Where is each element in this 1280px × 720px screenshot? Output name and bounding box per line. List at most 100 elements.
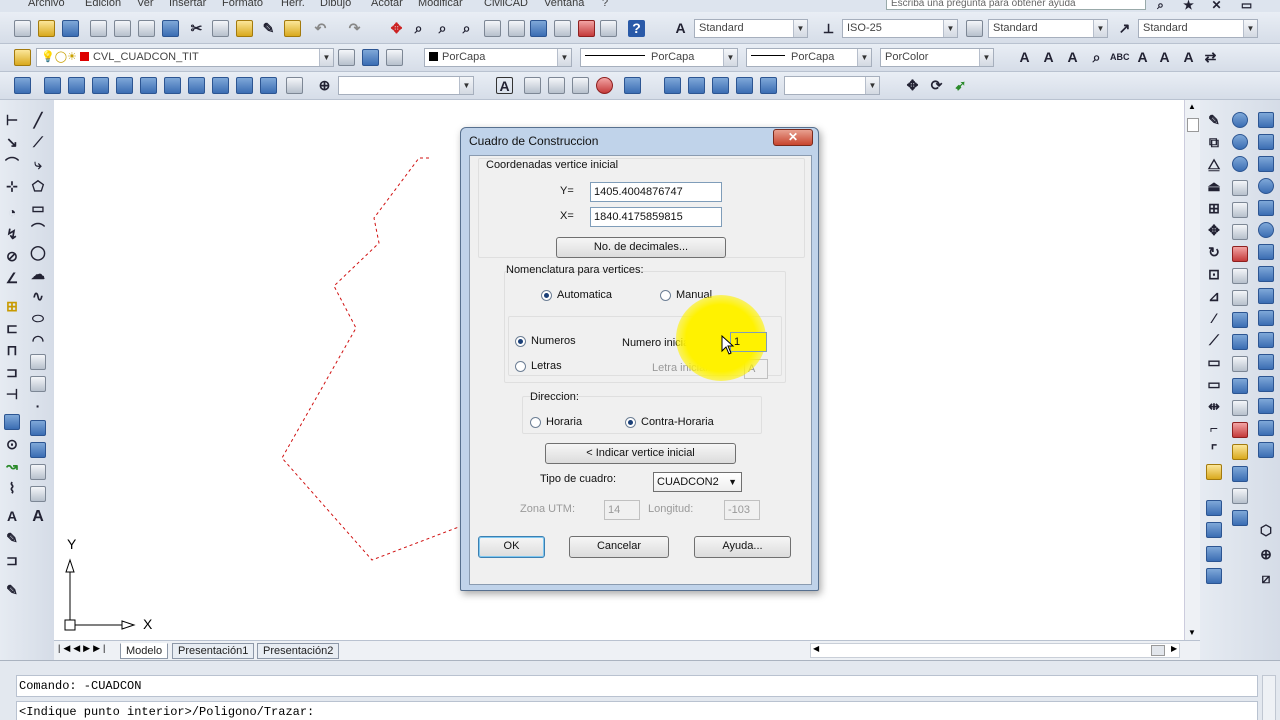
linetype-combo[interactable]: PorCapa ▼ [580,48,738,67]
rectangle-icon[interactable]: ▭ [30,200,46,216]
inspect-icon[interactable]: ↝ [4,458,20,474]
dtext-icon[interactable]: A [1040,49,1057,66]
slice-icon[interactable] [1258,420,1274,436]
start-number-input[interactable]: 1 [730,332,767,352]
letters-radio[interactable] [515,361,526,372]
copy-object-icon[interactable]: ⧉ [1206,134,1222,150]
union-icon[interactable] [1232,112,1248,128]
quick-dim-icon[interactable]: ⊞ [4,298,20,314]
spell-check-icon[interactable]: ABC [1110,49,1130,66]
text-style-combo[interactable]: Standard ▼ [694,19,808,38]
scale-text-icon[interactable]: A [1156,49,1173,66]
torus-icon[interactable] [1258,222,1274,238]
polyline-icon[interactable]: ⤷ [30,156,46,172]
dim-break-icon[interactable]: ⊣ [4,386,20,402]
3d-dwf-icon[interactable] [162,20,179,37]
erase-icon[interactable]: ✎ [1206,112,1222,128]
make-block-icon[interactable] [30,376,46,392]
viewport-scale-combo[interactable]: ▼ [784,76,880,95]
print-icon[interactable] [90,20,107,37]
offset-icon[interactable]: ⏏ [1206,178,1222,194]
sw-iso-icon[interactable] [188,77,205,94]
viewport-1-icon[interactable] [664,77,681,94]
text-icon[interactable]: A [1016,49,1033,66]
dim-radius-icon[interactable]: ◔ [4,204,20,220]
center-mark-icon[interactable]: ⊙ [4,436,20,452]
planar-surface-icon[interactable] [1258,288,1274,304]
region-icon[interactable] [30,464,46,480]
new-file-icon[interactable] [14,20,31,37]
sheet-set-icon[interactable] [554,20,571,37]
interfere-icon[interactable] [1258,442,1274,458]
named-views-icon[interactable] [14,77,31,94]
construction-line-icon[interactable]: ⟋ [30,134,46,150]
revolve-icon[interactable] [1258,376,1274,392]
dim-edit-icon[interactable]: A [4,508,20,524]
trim-icon[interactable]: ⁄ [1206,310,1222,326]
dim-style-icon[interactable]: ⟂ [820,20,837,37]
dim-space-icon[interactable]: ⊐ [4,364,20,380]
draw-order-above-icon[interactable] [1206,546,1222,562]
menu-formato[interactable]: Formato [222,0,263,9]
publish-icon[interactable] [138,20,155,37]
back-view-icon[interactable] [164,77,181,94]
extrude-icon[interactable] [1258,310,1274,326]
3d-rotate-icon[interactable]: ⊕ [1258,546,1274,562]
move-icon[interactable]: ✥ [1206,222,1222,238]
chamfer-icon[interactable]: ⌐ [1206,420,1222,436]
table-style-icon[interactable] [966,20,983,37]
ellipse-arc-icon[interactable]: ◠ [30,332,46,348]
calculator-icon[interactable] [600,20,617,37]
separate-icon[interactable] [1232,444,1248,460]
scroll-up-icon[interactable]: ▲ [1188,102,1196,111]
zoom-window-icon[interactable]: ⌕ [434,20,451,37]
pyramid-icon[interactable] [1258,244,1274,260]
subtract-icon[interactable] [1232,134,1248,150]
zoom-realtime-icon[interactable]: ⌕ [410,20,427,37]
realistic-icon[interactable] [572,77,589,94]
cone-icon[interactable] [1258,156,1274,172]
viewport-3-icon[interactable] [712,77,729,94]
move-faces-icon[interactable] [1232,202,1248,218]
view-combo[interactable]: ▼ [338,76,474,95]
scale-icon[interactable]: ⊡ [1206,266,1222,282]
table-type-select[interactable]: CUADCON2 ▼ [653,472,742,492]
paste-icon[interactable] [236,20,253,37]
draw-order-front-icon[interactable] [1206,500,1222,516]
dim-style-2-icon[interactable]: ✎ [4,582,20,598]
auto-label[interactable]: Automatica [557,289,612,301]
layer-combo[interactable]: 💡◯☀ CVL_CUADCON_TIT ▼ [36,48,334,67]
color-edges-icon[interactable] [1232,378,1248,394]
offset-faces-icon[interactable] [1232,224,1248,240]
wireframe-icon[interactable] [524,77,541,94]
counter-clockwise-radio[interactable] [625,417,636,428]
viewport-5-icon[interactable] [760,77,777,94]
clockwise-label[interactable]: Horaria [546,416,582,428]
3d-orbit-icon[interactable]: ✥ [904,77,921,94]
copy-edges-icon[interactable] [1232,356,1248,372]
helix-icon[interactable] [1258,266,1274,282]
horizontal-scrollbar[interactable]: ◀ ▶ [810,643,1180,658]
solid-edit-icon[interactable] [1232,510,1248,526]
conceptual-icon[interactable] [596,77,613,94]
dim-linear-icon[interactable]: ⊢ [4,112,20,128]
tab-modelo[interactable]: Modelo [120,643,169,659]
help-search-input[interactable]: Escriba una pregunta para obtener ayuda [886,0,1146,10]
design-center-icon[interactable] [508,20,525,37]
left-view-icon[interactable] [92,77,109,94]
dim-angular-icon[interactable]: ∠ [4,270,20,286]
dim-baseline-icon[interactable]: ⊏ [4,320,20,336]
layer-states-icon[interactable] [386,49,403,66]
dim-style-combo[interactable]: ISO-25 ▼ [842,19,958,38]
block-editor-icon[interactable] [284,20,301,37]
menu-civilcad[interactable]: CivilCAD [484,0,528,9]
mtext-icon[interactable]: A [30,508,46,525]
markup-icon[interactable] [578,20,595,37]
close-icon[interactable]: ✕ [1208,0,1225,12]
shell-icon[interactable] [1232,466,1248,482]
intersect-icon[interactable] [1232,156,1248,172]
extrude-faces-icon[interactable] [1232,180,1248,196]
star-icon[interactable]: ★ [1180,0,1197,12]
break-point-icon[interactable]: ▭ [1206,354,1222,370]
scroll-thumb[interactable] [1187,118,1199,132]
